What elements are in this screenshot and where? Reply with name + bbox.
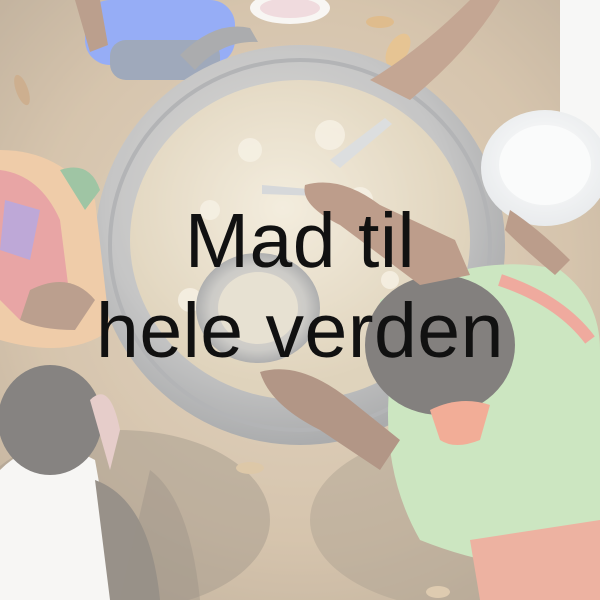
headline-line-2: hele verden [96,288,504,374]
headline-line-1: Mad til [184,198,416,284]
headline: Mad til hele verden [0,196,600,376]
